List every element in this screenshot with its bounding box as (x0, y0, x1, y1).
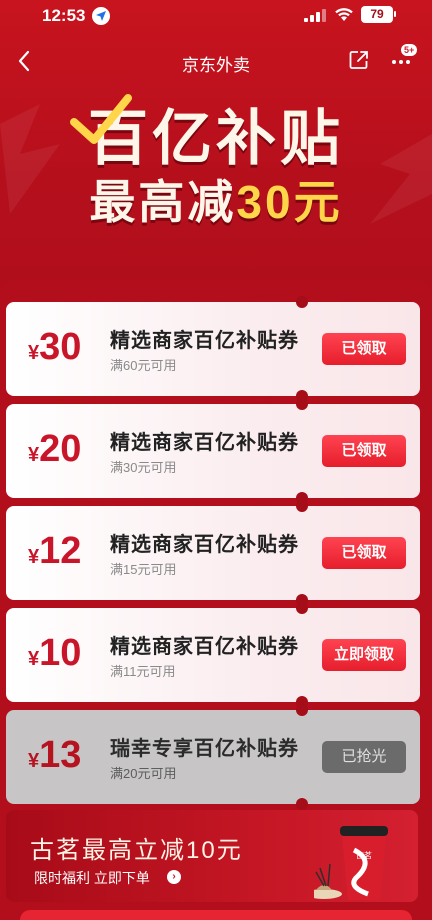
claim-now-button[interactable]: 立即领取 (322, 639, 406, 671)
coupon-value: 13 (39, 734, 82, 776)
promo-subtitle: 限时福利 立即下单 (34, 870, 150, 886)
claimed-button[interactable]: 已领取 (322, 333, 406, 365)
coupon-condition: 满20元可用 (110, 766, 177, 781)
wifi-icon (335, 8, 353, 21)
hero-title: 百亿补贴 (88, 105, 344, 172)
coupon-card[interactable]: ¥12 精选商家百亿补贴券 满15元可用 已领取 (6, 500, 420, 606)
notification-badge: 5+ (401, 44, 418, 56)
ticket-notch (296, 398, 308, 410)
cup-brand-label: 古茗 (356, 851, 372, 860)
currency-symbol: ¥ (28, 546, 40, 568)
promo-banner[interactable]: 古茗最高立减10元 限时福利 立即下单 › 古茗 (6, 810, 418, 902)
coupon-value: 12 (39, 530, 82, 572)
share-icon[interactable] (349, 50, 369, 70)
claimed-button[interactable]: 已领取 (322, 435, 406, 467)
nav-bar: 京东外卖 (0, 38, 432, 84)
coupon-value: 10 (39, 632, 82, 674)
currency-symbol: ¥ (28, 444, 40, 466)
location-arrow-icon (92, 7, 110, 25)
status-bar: 12:53 79 (0, 0, 432, 34)
coupon-value: 30 (39, 326, 82, 368)
currency-symbol: ¥ (28, 342, 40, 364)
coupon-value: 20 (39, 428, 82, 470)
bottom-action-bar[interactable] (20, 910, 412, 920)
chevron-right-icon: › (167, 870, 181, 884)
battery-tip (394, 11, 396, 17)
hero-subtitle-prefix: 最高减 (89, 176, 237, 228)
coupon-amount: ¥20 (28, 428, 81, 471)
hero-subtitle: 最高减30元 (0, 166, 432, 232)
claimed-button[interactable]: 已领取 (322, 537, 406, 569)
ticket-notch (296, 500, 308, 512)
coupon-condition: 满30元可用 (110, 460, 177, 475)
coupon-name: 精选商家百亿补贴券 (110, 330, 299, 352)
ticket-notch (296, 602, 308, 614)
coupon-card[interactable]: ¥10 精选商家百亿补贴券 满11元可用 立即领取 (6, 602, 420, 708)
coupon-amount: ¥30 (28, 326, 81, 369)
status-time: 12:53 (42, 6, 86, 25)
coupon-card[interactable]: ¥20 精选商家百亿补贴券 满30元可用 已领取 (6, 398, 420, 504)
coupon-condition: 满11元可用 (110, 664, 176, 679)
ticket-notch (296, 704, 308, 716)
currency-symbol: ¥ (28, 648, 40, 670)
coupon-name: 精选商家百亿补贴券 (110, 534, 299, 556)
ticket-notch (296, 296, 308, 308)
page: 12:53 79 京东外卖 5+ 百亿补贴 最高减30元 ¥30 精选商家百亿补… (0, 0, 432, 920)
coupon-name: 精选商家百亿补贴券 (110, 432, 299, 454)
checkmark-icon (70, 94, 132, 144)
promo-title: 古茗最高立减10元 (30, 837, 243, 864)
coupon-amount: ¥13 (28, 734, 81, 777)
currency-symbol: ¥ (28, 750, 40, 772)
battery-indicator: 79 (361, 6, 393, 23)
coupon-amount: ¥10 (28, 632, 81, 675)
coupon-card[interactable]: ¥30 精选商家百亿补贴券 满60元可用 已领取 (6, 296, 420, 402)
coupon-amount: ¥12 (28, 530, 81, 573)
sold-out-button: 已抢光 (322, 741, 406, 773)
coupon-name: 瑞幸专享百亿补贴券 (110, 738, 299, 760)
ticket-notch (296, 798, 308, 810)
coupon-name: 精选商家百亿补贴券 (110, 636, 299, 658)
hero-subtitle-amount: 30元 (236, 176, 343, 228)
cellular-signal-icon (304, 9, 326, 22)
coupon-condition: 满60元可用 (110, 358, 177, 373)
coupon-card-sold-out: ¥13 瑞幸专享百亿补贴券 满20元可用 已抢光 (6, 704, 420, 810)
tea-cup-image (314, 826, 388, 900)
coupon-condition: 满15元可用 (110, 562, 177, 577)
